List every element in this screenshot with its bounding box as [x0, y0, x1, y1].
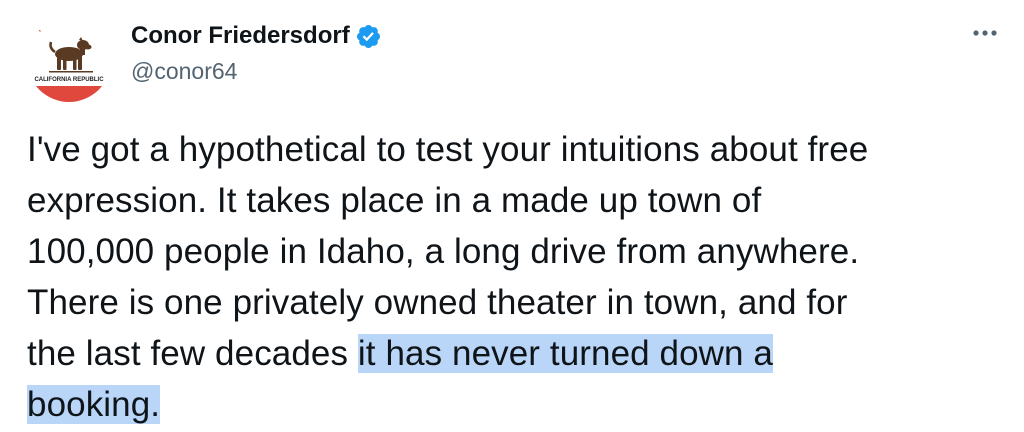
tweet-text-line: booking.: [27, 379, 1007, 430]
tweet-card: CALIFORNIA REPUBLIC Conor Friedersdorf @…: [0, 0, 1024, 432]
author-block: Conor Friedersdorf @conor64: [131, 18, 382, 86]
avatar[interactable]: CALIFORNIA REPUBLIC: [27, 18, 111, 102]
tweet-text-line: expression. It takes place in a made up …: [27, 181, 762, 220]
tweet-text-line: I've got a hypothetical to test your int…: [27, 130, 869, 169]
tweet-text-line: There is one privately owned theater in …: [27, 283, 848, 322]
selected-text-highlight: booking.: [27, 385, 161, 424]
tweet-text[interactable]: I've got a hypothetical to test your int…: [27, 124, 1007, 430]
name-row: Conor Friedersdorf: [131, 18, 382, 54]
author-handle[interactable]: @conor64: [131, 56, 382, 86]
verified-badge-icon: [356, 24, 380, 48]
california-flag-avatar-image: CALIFORNIA REPUBLIC: [27, 18, 111, 102]
tweet-text-segment: the last few decades: [27, 334, 358, 373]
tweet-text-line: the last few decades it has never turned…: [27, 328, 1007, 379]
more-options-icon[interactable]: [970, 22, 1000, 44]
selected-text-highlight: it has never turned down a: [357, 334, 774, 373]
tweet-text-line: 100,000 people in Idaho, a long drive fr…: [27, 232, 860, 271]
author-display-name[interactable]: Conor Friedersdorf: [131, 18, 350, 54]
svg-text:CALIFORNIA REPUBLIC: CALIFORNIA REPUBLIC: [34, 77, 104, 83]
